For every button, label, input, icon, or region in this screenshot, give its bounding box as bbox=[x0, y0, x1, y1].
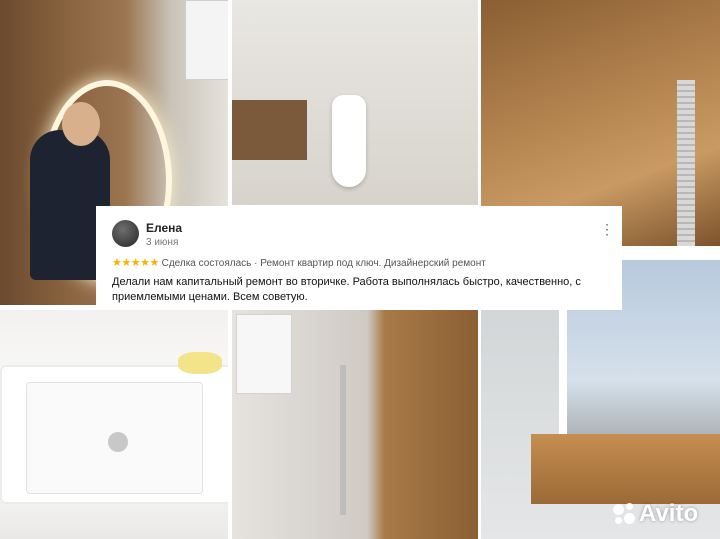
drain bbox=[108, 432, 128, 452]
review-author[interactable]: Елена bbox=[146, 221, 182, 235]
water-heater bbox=[185, 0, 228, 80]
review-card: Елена 3 июня ⋮ ★★★★★ Сделка состоялась ·… bbox=[96, 206, 622, 310]
review-text: Делали нам капитальный ремонт во вторичк… bbox=[112, 276, 581, 303]
shower-rail bbox=[340, 365, 346, 515]
photo-washbasin[interactable] bbox=[0, 310, 228, 539]
review-date: 3 июня bbox=[146, 237, 179, 248]
photo-bathroom-toilet[interactable] bbox=[232, 0, 478, 205]
radiator bbox=[677, 80, 695, 246]
avito-wordmark: Avito bbox=[639, 500, 699, 527]
review-deal-info: Сделка состоялась · Ремонт квартир под к… bbox=[161, 258, 486, 269]
review-meta: ★★★★★ Сделка состоялась · Ремонт квартир… bbox=[112, 256, 486, 269]
toilet bbox=[332, 95, 366, 187]
soap-dish bbox=[178, 352, 222, 374]
vanity-cabinet bbox=[232, 100, 307, 160]
avito-logo-icon bbox=[613, 503, 635, 525]
avito-watermark: Avito bbox=[613, 500, 698, 528]
person-head bbox=[62, 102, 100, 146]
more-vertical-icon[interactable]: ⋮ bbox=[600, 222, 614, 236]
avatar[interactable] bbox=[112, 220, 139, 247]
rating-stars: ★★★★★ bbox=[112, 257, 159, 269]
photo-shower-area[interactable] bbox=[232, 310, 478, 539]
windowsill bbox=[531, 434, 720, 504]
water-heater bbox=[236, 314, 292, 394]
